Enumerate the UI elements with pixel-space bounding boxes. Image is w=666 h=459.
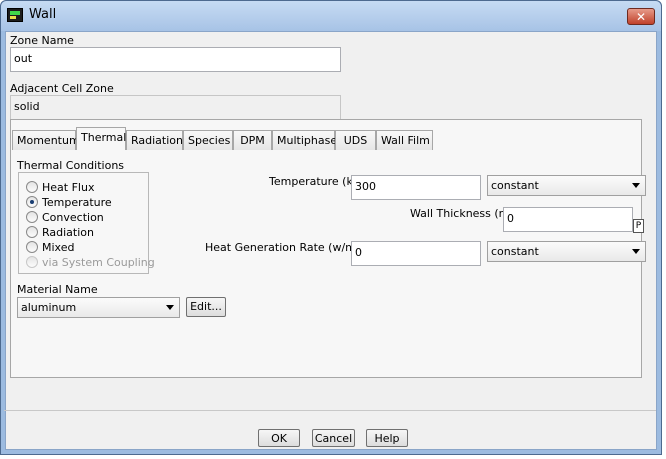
adjacent-cell-zone-field: solid: [10, 95, 341, 120]
fluent-app-icon: [7, 8, 23, 22]
radio-button-checked[interactable]: [26, 196, 38, 208]
radio-label: Mixed: [42, 240, 75, 254]
material-name-dropdown[interactable]: aluminum: [17, 297, 180, 318]
tab-multiphase[interactable]: Multiphase: [272, 130, 337, 150]
radio-via-system-coupling: via System Coupling: [26, 255, 155, 269]
tab-radiation[interactable]: Radiation: [126, 130, 183, 150]
parameter-button[interactable]: P: [633, 219, 644, 233]
wall-thickness-label: Wall Thickness (m): [410, 207, 514, 220]
temperature-label: Temperature (k): [269, 175, 358, 188]
radio-button[interactable]: [26, 241, 38, 253]
ok-button[interactable]: OK: [258, 429, 300, 447]
radio-button[interactable]: [26, 181, 38, 193]
tab-thermal[interactable]: Thermal: [76, 127, 126, 150]
radio-label: Temperature: [42, 195, 112, 209]
heat-generation-method-dropdown[interactable]: constant: [487, 241, 646, 262]
radio-button-disabled: [26, 256, 38, 268]
temperature-method-value: constant: [491, 179, 539, 192]
heat-generation-method-value: constant: [491, 245, 539, 258]
tab-momentum[interactable]: Momentum: [12, 130, 80, 150]
radio-convection[interactable]: Convection: [26, 210, 104, 224]
tab-dpm[interactable]: DPM: [233, 130, 272, 150]
adjacent-cell-zone-label: Adjacent Cell Zone: [10, 82, 114, 95]
close-button[interactable]: ✕: [627, 8, 655, 25]
radio-radiation[interactable]: Radiation: [26, 225, 94, 239]
heat-generation-label: Heat Generation Rate (w/m3): [205, 241, 368, 254]
edit-material-button[interactable]: Edit...: [186, 297, 226, 317]
radio-label: Radiation: [42, 225, 94, 239]
tab-uds[interactable]: UDS: [335, 130, 376, 150]
temperature-method-dropdown[interactable]: constant: [487, 175, 646, 196]
radio-button[interactable]: [26, 226, 38, 238]
radio-label: Heat Flux: [42, 180, 95, 194]
help-button[interactable]: Help: [366, 429, 408, 447]
material-name-value: aluminum: [21, 301, 77, 314]
title-bar[interactable]: Wall ✕: [1, 1, 661, 31]
dialog-title: Wall: [29, 7, 57, 22]
radio-label: Convection: [42, 210, 104, 224]
temperature-input[interactable]: 300: [351, 175, 481, 200]
radio-heat-flux[interactable]: Heat Flux: [26, 180, 94, 194]
material-name-label: Material Name: [17, 283, 98, 296]
button-bar-divider: [4, 410, 656, 411]
radio-mixed[interactable]: Mixed: [26, 240, 74, 254]
zone-name-input[interactable]: out: [10, 47, 341, 72]
radio-button[interactable]: [26, 211, 38, 223]
chevron-down-icon: [632, 249, 640, 254]
radio-temperature[interactable]: Temperature: [26, 195, 112, 209]
wall-thickness-input[interactable]: 0: [503, 207, 633, 232]
radio-label: via System Coupling: [42, 255, 155, 269]
tab-species[interactable]: Species: [183, 130, 233, 150]
zone-name-label: Zone Name: [10, 34, 74, 47]
cancel-button[interactable]: Cancel: [312, 429, 355, 447]
heat-generation-input[interactable]: 0: [351, 241, 481, 266]
chevron-down-icon: [632, 183, 640, 188]
thermal-conditions-label: Thermal Conditions: [17, 159, 125, 172]
tab-wall-film[interactable]: Wall Film: [376, 130, 433, 150]
chevron-down-icon: [166, 305, 174, 310]
